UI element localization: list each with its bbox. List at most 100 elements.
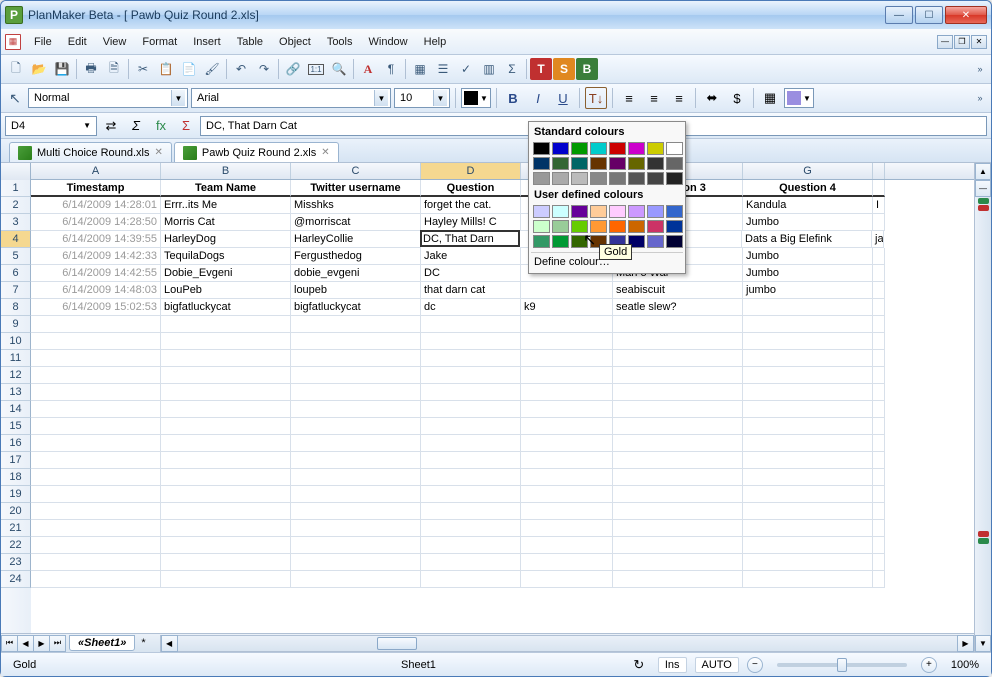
data-cell[interactable]: k9: [521, 299, 613, 316]
undo-icon[interactable]: ↶: [230, 58, 252, 80]
data-cell[interactable]: [291, 401, 421, 418]
color-swatch[interactable]: [666, 235, 683, 248]
data-cell[interactable]: [743, 418, 873, 435]
data-cell[interactable]: [161, 503, 291, 520]
color-swatch[interactable]: [533, 220, 550, 233]
color-swatch[interactable]: [552, 142, 569, 155]
color-swatch[interactable]: [552, 220, 569, 233]
column-heading-cell[interactable]: Twitter username: [291, 180, 421, 197]
sheet-nav-last[interactable]: ⏭: [49, 635, 66, 652]
data-cell[interactable]: [873, 333, 885, 350]
data-cell[interactable]: [161, 435, 291, 452]
data-cell[interactable]: 6/14/2009 14:42:55: [31, 265, 161, 282]
data-cell[interactable]: [873, 282, 885, 299]
data-cell[interactable]: [873, 316, 885, 333]
data-cell[interactable]: [291, 367, 421, 384]
data-cell[interactable]: [521, 554, 613, 571]
data-cell[interactable]: [873, 571, 885, 588]
color-swatch[interactable]: [552, 172, 569, 185]
cut-icon[interactable]: ✂: [132, 58, 154, 80]
row-header[interactable]: 10: [1, 333, 31, 350]
zoom-in-button[interactable]: +: [921, 657, 937, 673]
color-swatch[interactable]: [628, 205, 645, 218]
data-cell[interactable]: [161, 350, 291, 367]
document-tab[interactable]: Pawb Quiz Round 2.xls✕: [174, 142, 339, 162]
data-cell[interactable]: [291, 469, 421, 486]
rows-icon[interactable]: ☰: [432, 58, 454, 80]
data-cell[interactable]: [31, 316, 161, 333]
row-header[interactable]: 21: [1, 520, 31, 537]
function-icon[interactable]: fx: [150, 115, 172, 137]
menu-file[interactable]: File: [27, 33, 59, 51]
spellcheck-icon[interactable]: ✓: [455, 58, 477, 80]
row-header[interactable]: 2: [1, 197, 31, 214]
data-cell[interactable]: ja: [872, 231, 884, 248]
data-cell[interactable]: [521, 401, 613, 418]
column-heading-cell[interactable]: Question 4: [743, 180, 873, 197]
menu-view[interactable]: View: [96, 33, 134, 51]
data-cell[interactable]: [613, 571, 743, 588]
data-cell[interactable]: [31, 401, 161, 418]
color-swatch[interactable]: [571, 235, 588, 248]
basicmaker-icon[interactable]: B: [576, 58, 598, 80]
align-center-button[interactable]: ≡: [643, 87, 665, 109]
data-cell[interactable]: [873, 537, 885, 554]
data-cell[interactable]: [873, 384, 885, 401]
data-cell[interactable]: [291, 537, 421, 554]
paragraph-icon[interactable]: ¶: [380, 58, 402, 80]
data-cell[interactable]: [613, 469, 743, 486]
data-cell[interactable]: [613, 520, 743, 537]
menu-table[interactable]: Table: [230, 33, 270, 51]
copy-icon[interactable]: 📋: [155, 58, 177, 80]
data-cell[interactable]: 6/14/2009 14:28:50: [31, 214, 161, 231]
data-cell[interactable]: [161, 316, 291, 333]
color-swatch[interactable]: [571, 220, 588, 233]
open-icon[interactable]: 📂: [28, 58, 50, 80]
scroll-down-button[interactable]: ▼: [975, 635, 991, 652]
row-header[interactable]: 14: [1, 401, 31, 418]
color-swatch[interactable]: [533, 142, 550, 155]
name-box[interactable]: D4 ▼: [5, 116, 97, 136]
mdi-restore-button[interactable]: ❐: [954, 35, 970, 49]
data-cell[interactable]: [743, 401, 873, 418]
data-cell[interactable]: [521, 571, 613, 588]
menu-format[interactable]: Format: [135, 33, 184, 51]
data-cell[interactable]: [613, 316, 743, 333]
data-cell[interactable]: [291, 435, 421, 452]
data-cell[interactable]: [421, 350, 521, 367]
data-cell[interactable]: HarleyDog: [161, 231, 291, 248]
data-cell[interactable]: [421, 367, 521, 384]
data-cell[interactable]: [613, 418, 743, 435]
mdi-close-button[interactable]: ✕: [971, 35, 987, 49]
row-header[interactable]: 17: [1, 452, 31, 469]
maximize-button[interactable]: ☐: [915, 6, 943, 24]
data-cell[interactable]: [31, 350, 161, 367]
font-icon[interactable]: A: [357, 58, 379, 80]
data-cell[interactable]: [31, 452, 161, 469]
data-cell[interactable]: [873, 520, 885, 537]
data-cell[interactable]: [873, 554, 885, 571]
color-swatch[interactable]: [571, 172, 588, 185]
data-cell[interactable]: [291, 520, 421, 537]
merge-cells-button[interactable]: ⬌: [701, 87, 723, 109]
data-cell[interactable]: dc: [421, 299, 521, 316]
data-cell[interactable]: [521, 316, 613, 333]
data-cell[interactable]: [161, 571, 291, 588]
data-cell[interactable]: [743, 350, 873, 367]
color-swatch[interactable]: [609, 205, 626, 218]
presentations-icon[interactable]: S: [553, 58, 575, 80]
data-cell[interactable]: [31, 435, 161, 452]
data-cell[interactable]: [521, 435, 613, 452]
data-cell[interactable]: [161, 367, 291, 384]
row-header[interactable]: 4: [1, 231, 31, 248]
data-cell[interactable]: [873, 418, 885, 435]
data-cell[interactable]: bigfatluckycat: [161, 299, 291, 316]
column-header[interactable]: C: [291, 163, 421, 179]
data-cell[interactable]: 6/14/2009 15:02:53: [31, 299, 161, 316]
row-header[interactable]: 19: [1, 486, 31, 503]
data-cell[interactable]: jumbo: [743, 282, 873, 299]
column-header[interactable]: D: [421, 163, 521, 179]
color-swatch[interactable]: [647, 172, 664, 185]
split-button[interactable]: —: [975, 180, 991, 197]
row-header[interactable]: 22: [1, 537, 31, 554]
